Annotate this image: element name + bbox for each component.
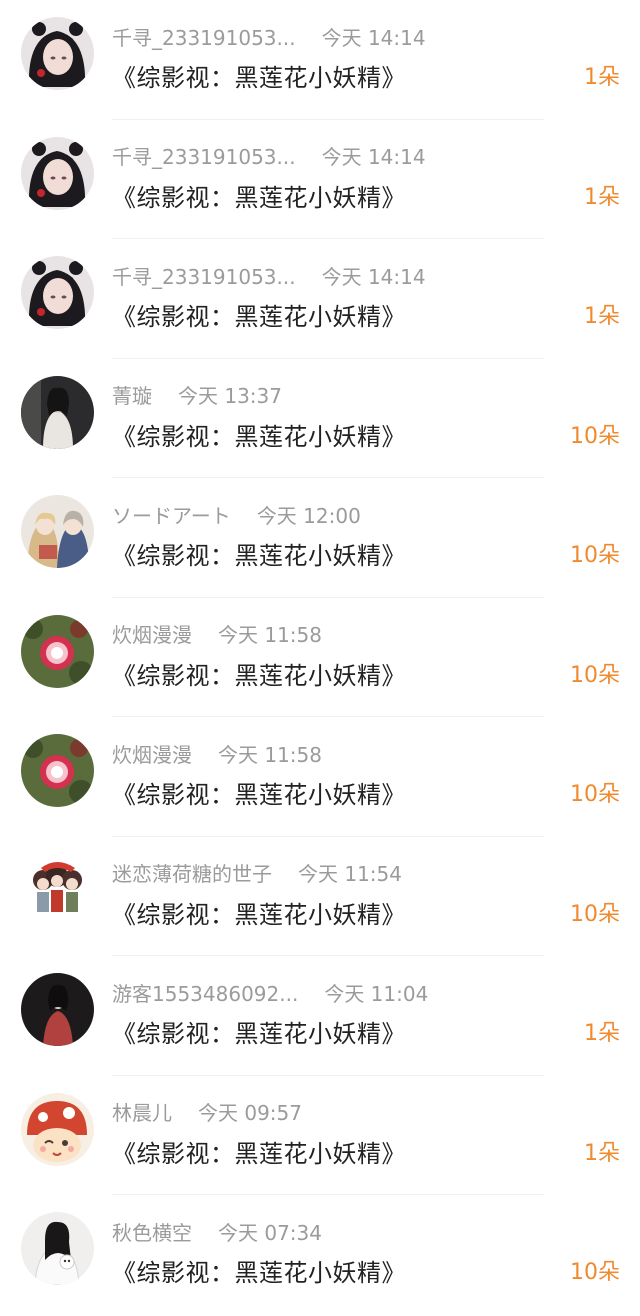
gift-count: 1朵 [584,304,620,329]
list-item[interactable]: 炊烟漫漫 今天 11:58 《综影视：黑莲花小妖精》 10朵 [0,717,640,837]
book-title[interactable]: 《综影视：黑莲花小妖精》 [112,1134,406,1169]
book-title[interactable]: 《综影视：黑莲花小妖精》 [112,178,406,213]
user-name[interactable]: 千寻_233191053... [112,261,296,290]
user-name[interactable]: 炊烟漫漫 [112,619,192,648]
meta-line: 迷恋薄荷糖的世子 今天 11:54 [112,858,402,888]
list-item[interactable]: 游客1553486092... 今天 11:04 《综影视：黑莲花小妖精》 1朵 [0,956,640,1076]
avatar[interactable] [21,256,94,329]
timestamp: 今天 14:14 [321,264,426,289]
list-item[interactable]: 千寻_233191053... 今天 14:14 《综影视：黑莲花小妖精》 1朵 [0,120,640,239]
avatar[interactable] [21,614,94,688]
timestamp: 今天 07:34 [218,1220,322,1245]
meta-line: 菁璇 今天 13:37 [112,380,282,410]
avatar[interactable] [21,734,94,807]
avatar[interactable] [21,495,94,568]
gift-count: 10朵 [570,662,620,688]
list-item[interactable]: 千寻_233191053... 今天 14:14 《综影视：黑莲花小妖精》 1朵 [0,239,640,359]
timestamp: 今天 11:58 [218,742,322,767]
user-name[interactable]: 千寻_233191053... [112,141,296,170]
user-name[interactable]: 迷恋薄荷糖的世子 [112,858,272,887]
meta-line: 千寻_233191053... 今天 14:14 [112,260,426,290]
timestamp: 今天 12:00 [256,503,361,528]
meta-line: 炊烟漫漫 今天 11:58 [112,619,322,649]
meta-line: ソードアート 今天 12:00 [112,499,361,529]
meta-line: 林晨儿 今天 09:57 [112,1097,302,1127]
user-name[interactable]: 菁璇 [112,380,152,409]
user-name[interactable]: 游客1553486092... [112,978,298,1007]
gift-count: 10朵 [570,543,620,568]
avatar[interactable] [21,1212,94,1285]
list-item[interactable]: 迷恋薄荷糖的世子 今天 11:54 《综影视：黑莲花小妖精》 10朵 [0,837,640,956]
timestamp: 今天 13:37 [178,384,282,408]
user-name[interactable]: 炊烟漫漫 [112,739,192,768]
book-title[interactable]: 《综影视：黑莲花小妖精》 [112,1014,406,1049]
timestamp: 今天 14:14 [321,25,426,50]
list-item[interactable]: 炊烟漫漫 今天 11:58 《综影视：黑莲花小妖精》 10朵 [0,598,640,717]
book-title[interactable]: 《综影视：黑莲花小妖精》 [112,536,406,571]
book-title[interactable]: 《综影视：黑莲花小妖精》 [112,417,406,452]
gift-count: 10朵 [570,1260,620,1285]
book-title[interactable]: 《综影视：黑莲花小妖精》 [112,775,406,810]
gift-count: 1朵 [584,65,620,90]
user-name[interactable]: 林晨儿 [112,1097,172,1126]
list-item[interactable]: 千寻_233191053... 今天 14:14 《综影视：黑莲花小妖精》 1朵 [0,0,640,120]
avatar[interactable] [21,853,94,927]
gift-count: 10朵 [570,423,620,449]
timestamp: 今天 09:57 [198,1101,302,1125]
timestamp: 今天 11:54 [298,862,402,886]
gift-count: 1朵 [584,184,620,210]
gift-count: 1朵 [584,1021,620,1046]
book-title[interactable]: 《综影视：黑莲花小妖精》 [112,297,406,332]
book-title[interactable]: 《综影视：黑莲花小妖精》 [112,656,406,691]
book-title[interactable]: 《综影视：黑莲花小妖精》 [112,1253,406,1288]
avatar[interactable] [21,17,94,90]
meta-line: 秋色横空 今天 07:34 [112,1216,322,1246]
avatar[interactable] [21,375,94,449]
gift-count: 1朵 [584,1140,620,1166]
user-name[interactable]: 秋色横空 [112,1217,192,1246]
avatar[interactable] [21,136,94,210]
gift-list: 千寻_233191053... 今天 14:14 《综影视：黑莲花小妖精》 1朵… [0,0,640,1315]
meta-line: 炊烟漫漫 今天 11:58 [112,738,322,768]
gift-count: 10朵 [570,901,620,927]
book-title[interactable]: 《综影视：黑莲花小妖精》 [112,58,406,93]
timestamp: 今天 11:04 [324,981,429,1006]
avatar[interactable] [21,973,94,1046]
user-name[interactable]: ソードアート [112,500,231,529]
meta-line: 游客1553486092... 今天 11:04 [112,977,428,1007]
list-item[interactable]: 秋色横空 今天 07:34 《综影视：黑莲花小妖精》 10朵 [0,1195,640,1315]
list-item[interactable]: 林晨儿 今天 09:57 《综影视：黑莲花小妖精》 1朵 [0,1076,640,1195]
gift-count: 10朵 [570,782,620,807]
book-title[interactable]: 《综影视：黑莲花小妖精》 [112,895,406,930]
meta-line: 千寻_233191053... 今天 14:14 [112,141,426,171]
list-item[interactable]: 菁璇 今天 13:37 《综影视：黑莲花小妖精》 10朵 [0,359,640,478]
timestamp: 今天 11:58 [218,623,322,647]
timestamp: 今天 14:14 [321,145,426,169]
user-name[interactable]: 千寻_233191053... [112,22,296,51]
list-item[interactable]: ソードアート 今天 12:00 《综影视：黑莲花小妖精》 10朵 [0,478,640,598]
avatar[interactable] [21,1092,94,1166]
meta-line: 千寻_233191053... 今天 14:14 [112,21,426,51]
